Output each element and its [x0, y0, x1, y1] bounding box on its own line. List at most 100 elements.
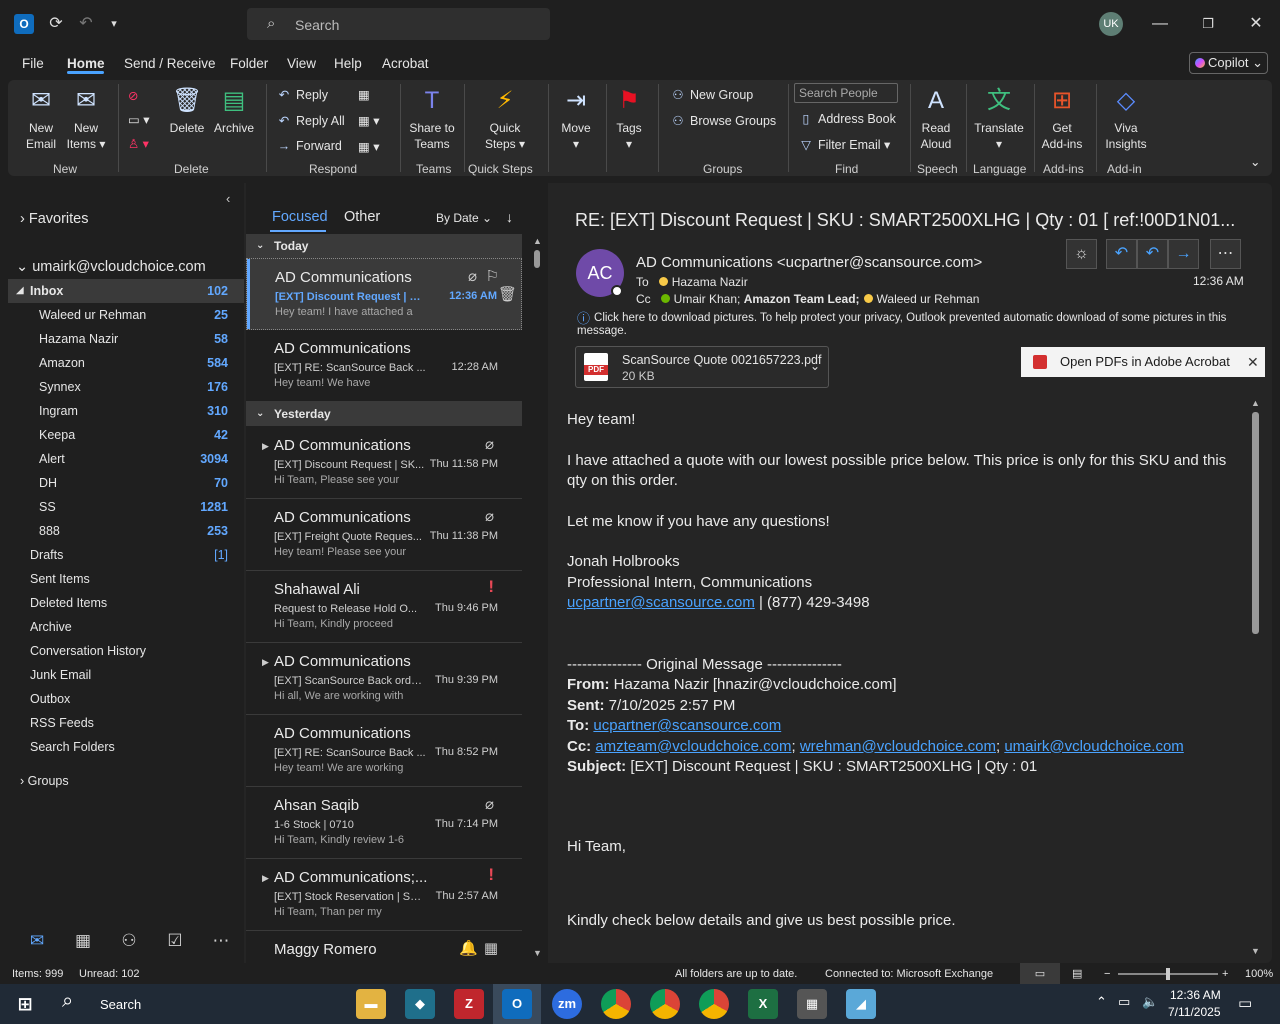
notifications-icon[interactable]: ▭: [1238, 994, 1252, 1012]
folder-junk-email[interactable]: Junk Email: [8, 663, 244, 687]
file-explorer-icon[interactable]: ▬: [356, 989, 386, 1019]
cc-recipient[interactable]: Amazon Team Lead;: [744, 292, 860, 306]
copilot-button[interactable]: Copilot ⌄: [1189, 52, 1268, 74]
tags-button[interactable]: ⚑ Tags ▾: [614, 86, 644, 152]
folder-search-folders[interactable]: Search Folders: [8, 735, 244, 759]
ribbon-collapse-icon[interactable]: ⌄: [1250, 154, 1260, 169]
calculator-icon[interactable]: ▦: [797, 989, 827, 1019]
filezilla-icon[interactable]: Z: [454, 989, 484, 1019]
account-section[interactable]: ⌄ umairk@vcloudchoice.com: [16, 259, 206, 275]
reply-all-icon[interactable]: ↶: [1137, 239, 1168, 269]
folder-item[interactable]: Ingram 310: [8, 399, 244, 423]
tab-home[interactable]: Home: [67, 56, 105, 71]
tab-folder[interactable]: Folder: [230, 56, 268, 71]
search-people-input[interactable]: Search People: [794, 83, 898, 103]
sender-name[interactable]: AD Communications <ucpartner@scansource.…: [636, 254, 982, 271]
group-header-today[interactable]: ⌄ Today: [246, 234, 522, 258]
viva-insights-button[interactable]: ◇ Viva Insights: [1102, 86, 1150, 152]
folder-item[interactable]: Alert 3094: [8, 447, 244, 471]
read-aloud-button[interactable]: A Read Aloud: [914, 86, 958, 152]
expand-conversation-icon[interactable]: ▶: [262, 873, 269, 884]
ignore-icon[interactable]: ⊘: [128, 88, 138, 103]
message-item[interactable]: AD Communications [EXT] Discount Request …: [246, 258, 522, 330]
cc-recipient[interactable]: Waleed ur Rehman: [877, 292, 980, 306]
forward-icon[interactable]: →: [1168, 239, 1199, 269]
folder-rss-feeds[interactable]: RSS Feeds: [8, 711, 244, 735]
delete-icon[interactable]: 🗑: [498, 285, 517, 303]
folder-deleted-items[interactable]: Deleted Items: [8, 591, 244, 615]
zoom-out-icon[interactable]: −: [1104, 963, 1110, 985]
sort-dropdown[interactable]: By Date ⌄: [436, 211, 492, 225]
folder-item[interactable]: Keepa 42: [8, 423, 244, 447]
folder-sent-items[interactable]: Sent Items: [8, 567, 244, 591]
translate-button[interactable]: 文 Translate ▾: [972, 86, 1026, 152]
reply-icon[interactable]: ↶: [1106, 239, 1137, 269]
junk-icon[interactable]: ♙ ▾: [128, 136, 149, 151]
folder-drafts[interactable]: Drafts [1]: [8, 543, 244, 567]
tab-other[interactable]: Other: [344, 209, 380, 225]
chrome-icon[interactable]: [601, 989, 631, 1019]
search-box[interactable]: ⌕ Search: [247, 8, 550, 40]
tab-view[interactable]: View: [287, 56, 316, 71]
address-book-button[interactable]: ▯ Address Book: [798, 111, 896, 126]
reply-all-button[interactable]: ↶ Reply All: [276, 113, 345, 128]
orig-cc-link[interactable]: amzteam@vcloudchoice.com: [595, 738, 791, 755]
normal-view-icon[interactable]: ▭: [1020, 963, 1060, 985]
sort-direction-icon[interactable]: ↓: [506, 209, 513, 225]
taskbar-search[interactable]: ⌕ Search: [48, 984, 348, 1024]
message-item[interactable]: ▶ AD Communications [EXT] ScanSource Back …: [246, 643, 522, 715]
tab-file[interactable]: File: [22, 56, 44, 71]
expand-conversation-icon[interactable]: ▶: [262, 657, 269, 668]
message-item[interactable]: ▶ AD Communications [EXT] Discount Request…: [246, 427, 522, 499]
chrome-icon[interactable]: [699, 989, 729, 1019]
cc-recipient[interactable]: Umair Khan;: [674, 292, 741, 306]
network-icon[interactable]: ▭: [1118, 994, 1130, 1010]
quick-steps-button[interactable]: ⚡ Quick Steps ▾: [480, 86, 530, 152]
message-item[interactable]: AD Communications [EXT] RE: ScanSource Ba…: [246, 330, 522, 402]
message-item[interactable]: ▶ AD Communications;... [EXT] Stock Reserv…: [246, 859, 522, 931]
browse-groups-button[interactable]: ⚇ Browse Groups: [670, 113, 776, 128]
meeting-icon[interactable]: ▦: [358, 87, 370, 102]
maximize-icon[interactable]: ❐: [1196, 12, 1220, 36]
forward-button[interactable]: → Forward: [276, 139, 342, 153]
folder-inbox[interactable]: ◢ Inbox 102: [8, 279, 244, 303]
new-email-button[interactable]: ✉ New Email: [22, 86, 60, 152]
chrome-icon[interactable]: [650, 989, 680, 1019]
filter-email-button[interactable]: ▽ Filter Email ▾: [798, 137, 890, 152]
app-icon[interactable]: ◢: [846, 989, 876, 1019]
folder-archive[interactable]: Archive: [8, 615, 244, 639]
share-to-teams-button[interactable]: T Share to Teams: [406, 86, 458, 152]
signature-email-link[interactable]: ucpartner@scansource.com: [567, 594, 755, 611]
attachment-dropdown-icon[interactable]: ⌄: [810, 359, 820, 373]
flag-icon[interactable]: ⚐: [486, 267, 499, 285]
sync-icon[interactable]: ⟳: [46, 14, 66, 34]
account-avatar[interactable]: UK: [1099, 12, 1123, 36]
tab-acrobat[interactable]: Acrobat: [382, 56, 429, 71]
calendar-icon[interactable]: ▦: [72, 931, 94, 951]
to-recipient[interactable]: Hazama Nazir: [672, 275, 748, 289]
clock-time[interactable]: 12:36 AM: [1170, 988, 1221, 1002]
zoom-slider[interactable]: [1118, 968, 1218, 980]
collapse-pane-icon[interactable]: ‹: [226, 191, 230, 206]
open-pdfs-acrobat-bar[interactable]: Open PDFs in Adobe Acrobat ✕: [1021, 347, 1265, 377]
close-icon[interactable]: ✕: [1247, 347, 1259, 377]
attachment-card[interactable]: PDF ScanSource Quote 0021657223.pdf 20 K…: [575, 346, 829, 388]
folder-item[interactable]: SS 1281: [8, 495, 244, 519]
message-item[interactable]: AD Communications [EXT] Freight Quote Req…: [246, 499, 522, 571]
orig-cc-link[interactable]: wrehman@vcloudchoice.com: [800, 738, 996, 755]
quick-access-dropdown-icon[interactable]: ▾: [104, 14, 124, 34]
more-apps-icon[interactable]: ⋯: [210, 931, 232, 951]
outlook-taskbar-active[interactable]: O: [493, 984, 541, 1024]
favorites-section[interactable]: › Favorites: [20, 211, 89, 227]
download-pictures-info[interactable]: ⓘ Click here to download pictures. To he…: [577, 312, 1227, 338]
folder-conversation-history[interactable]: Conversation History: [8, 639, 244, 663]
message-item[interactable]: Maggy Romero 🔔 ▦: [246, 931, 522, 963]
close-icon[interactable]: ✕: [1244, 12, 1268, 36]
minimize-icon[interactable]: —: [1148, 12, 1172, 36]
more-respond-icon[interactable]: ▦ ▾: [358, 139, 380, 154]
orig-to-link[interactable]: ucpartner@scansource.com: [593, 717, 781, 734]
folder-item[interactable]: Waleed ur Rehman 25: [8, 303, 244, 327]
windows-start-icon[interactable]: ⊞: [10, 989, 40, 1019]
folder-item[interactable]: Amazon 584: [8, 351, 244, 375]
reply-button[interactable]: ↶ Reply: [276, 87, 328, 102]
